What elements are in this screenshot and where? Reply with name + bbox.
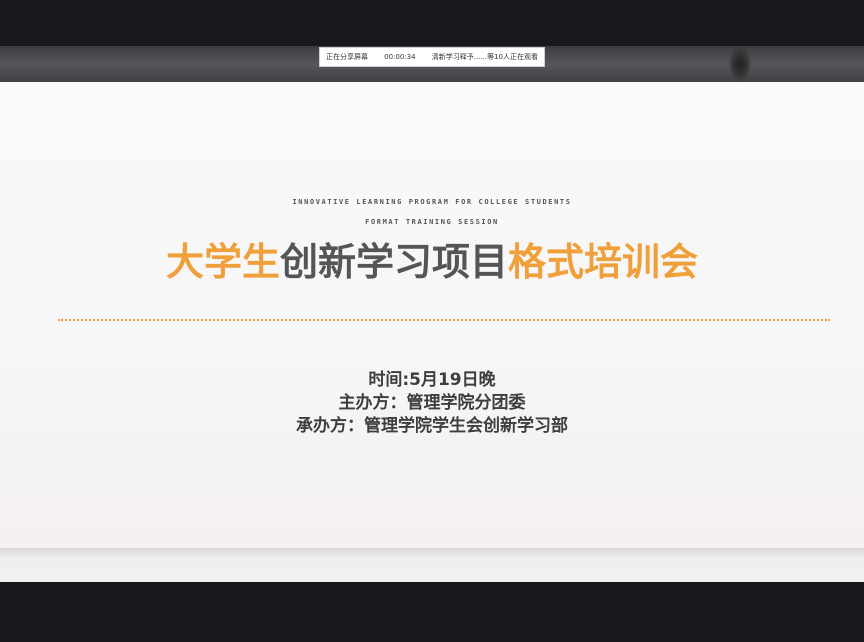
screen-share-bar[interactable]: 正在分享屏幕 00:00:34 清新学习释予......等10人正在观看 bbox=[319, 47, 545, 67]
slide-host-line: 主办方：管理学院分团委 bbox=[338, 393, 526, 413]
slide-title-part-1: 大学生 bbox=[165, 240, 280, 284]
share-viewers-text[interactable]: 清新学习释予......等10人正在观看 bbox=[432, 52, 538, 62]
slide-subtitle-english-1: INNOVATIVE LEARNING PROGRAM FOR COLLEGE … bbox=[292, 198, 572, 206]
slide-title-part-3: 格式培训会 bbox=[508, 240, 699, 284]
share-timer: 00:00:34 bbox=[384, 53, 416, 61]
slide-time-line: 时间:5月19日晚 bbox=[368, 370, 496, 390]
share-status-text: 正在分享屏幕 bbox=[326, 53, 368, 61]
slide-organizer-line: 承办方：管理学院学生会创新学习部 bbox=[296, 416, 568, 436]
bottom-black-bar bbox=[0, 582, 864, 642]
top-black-bar bbox=[0, 0, 864, 46]
slide-bottom-shadow bbox=[0, 548, 864, 582]
background-object bbox=[728, 46, 752, 82]
dotted-divider bbox=[58, 319, 830, 321]
slide-title-part-2: 创新学习项目 bbox=[279, 240, 508, 284]
slide-title: 大学生创新学习项目格式培训会 bbox=[0, 234, 864, 290]
slide-subtitle-english-2: FORMAT TRAINING SESSION bbox=[365, 218, 499, 226]
presentation-slide: INNOVATIVE LEARNING PROGRAM FOR COLLEGE … bbox=[0, 82, 864, 548]
